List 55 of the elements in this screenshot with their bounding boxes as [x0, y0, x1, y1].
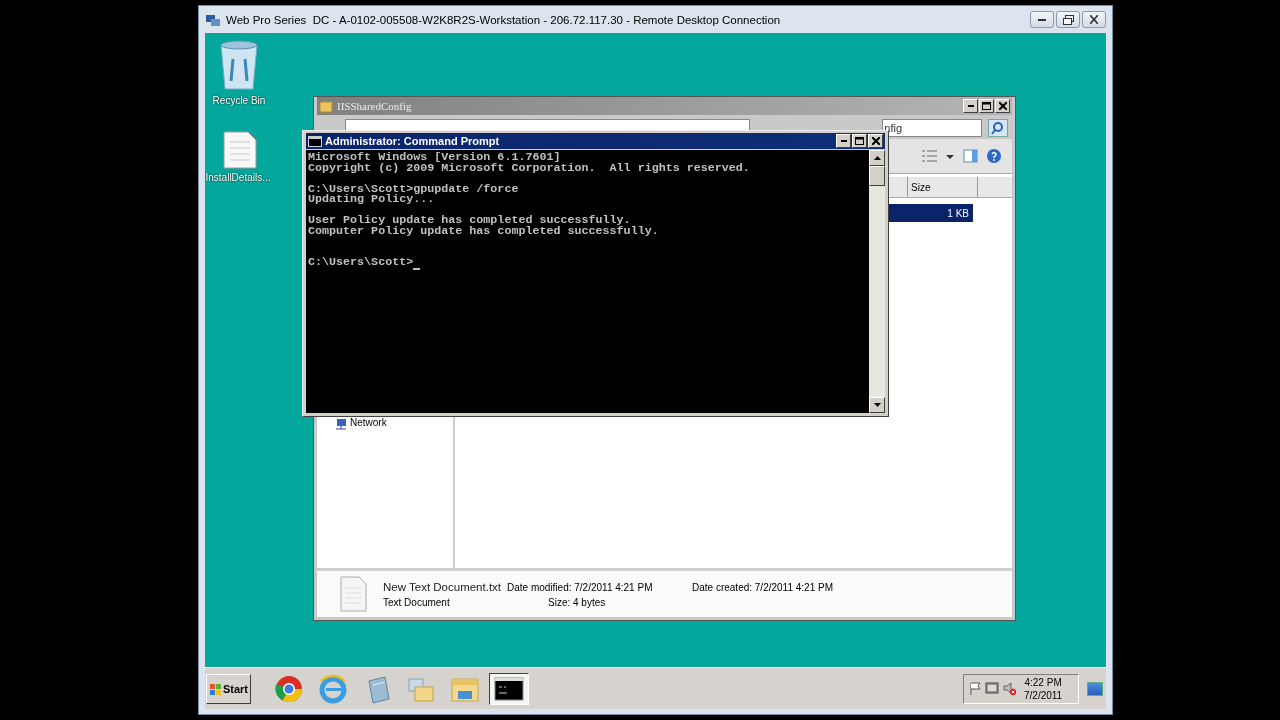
- help-icon: [986, 148, 1002, 164]
- maximize-button[interactable]: [979, 99, 994, 113]
- clock-date[interactable]: 7/2/2011: [1024, 688, 1063, 702]
- minimize-icon: [967, 105, 974, 107]
- console-icon: [308, 134, 322, 148]
- close-icon: [1090, 15, 1098, 24]
- up-arrow-icon: [872, 154, 882, 162]
- close-icon: [998, 102, 1007, 110]
- restore-button[interactable]: [1056, 11, 1080, 28]
- date-created: Date created: 7/2/2011 4:21 PM: [692, 581, 833, 593]
- file-size-cell[interactable]: 1 KB: [889, 204, 973, 222]
- window-title: Web Pro Series DC - A-0102-005508-W2K8R2S-Workstation - 206.72.117.30 - Remote Desktop Connection: [226, 13, 781, 26]
- window-title: IISSharedConfig: [337, 100, 412, 112]
- file-name: New Text Document.txt: [383, 580, 503, 593]
- taskbar-button[interactable]: [489, 672, 529, 705]
- speaker-muted-icon: [1002, 681, 1017, 696]
- window-title: Administrator: Command Prompt: [325, 135, 500, 147]
- search-icon: [991, 121, 1006, 135]
- close-icon: [871, 137, 880, 145]
- address-field[interactable]: [345, 119, 751, 130]
- e-browser-icon: [317, 672, 349, 705]
- maximize-icon: [982, 102, 991, 110]
- nav-item[interactable]: Network: [350, 417, 387, 428]
- start-button[interactable]: Start: [206, 673, 251, 704]
- flag-icon: [968, 681, 982, 696]
- scrollbar[interactable]: [869, 150, 885, 413]
- down-arrow-icon: [872, 401, 882, 409]
- search-button[interactable]: [988, 119, 1008, 137]
- restore-icon: [1062, 14, 1074, 25]
- network-icon: [335, 418, 347, 430]
- show-desktop-button[interactable]: [1087, 681, 1103, 696]
- scroll-down-button[interactable]: [869, 397, 885, 413]
- file-size: Size: 4 bytes: [547, 596, 607, 608]
- clock-time[interactable]: 4:22 PM: [1024, 675, 1062, 689]
- folder-icon: [319, 99, 333, 113]
- minimize-icon: [1038, 18, 1046, 21]
- maximize-button[interactable]: [852, 134, 867, 148]
- minimize-icon: [840, 140, 847, 142]
- text-cursor: [413, 267, 421, 270]
- preview-pane-icon: [963, 149, 978, 163]
- minimize-button[interactable]: [1030, 11, 1054, 28]
- maximize-icon: [855, 137, 864, 145]
- network-icon: [985, 681, 999, 696]
- scroll-up-button[interactable]: [869, 150, 885, 166]
- date-modified: Date modified: 7/2/2011 4:21 PM: [507, 581, 654, 593]
- console-output: Microsoft Windows [Version 6.1.7601] Copyright (c) 2009 Microsoft Corporation. All rights reserved. C:\Users\Scott>gpupdate /force Updating Policy... User Policy update has completed successfully. Computer Policy update has completed successfully. C:\Users\Scott>: [308, 152, 750, 268]
- remote-desktop-icon: [205, 12, 221, 27]
- document-icon: [339, 576, 367, 612]
- scroll-thumb[interactable]: [869, 166, 885, 186]
- column-header[interactable]: Size: [907, 177, 977, 197]
- file-type: Text Document: [383, 596, 451, 608]
- windows-logo-icon: [209, 681, 222, 696]
- close-button[interactable]: [1082, 11, 1106, 28]
- search-field[interactable]: nfig: [882, 119, 983, 137]
- list-view-icon: [921, 149, 937, 163]
